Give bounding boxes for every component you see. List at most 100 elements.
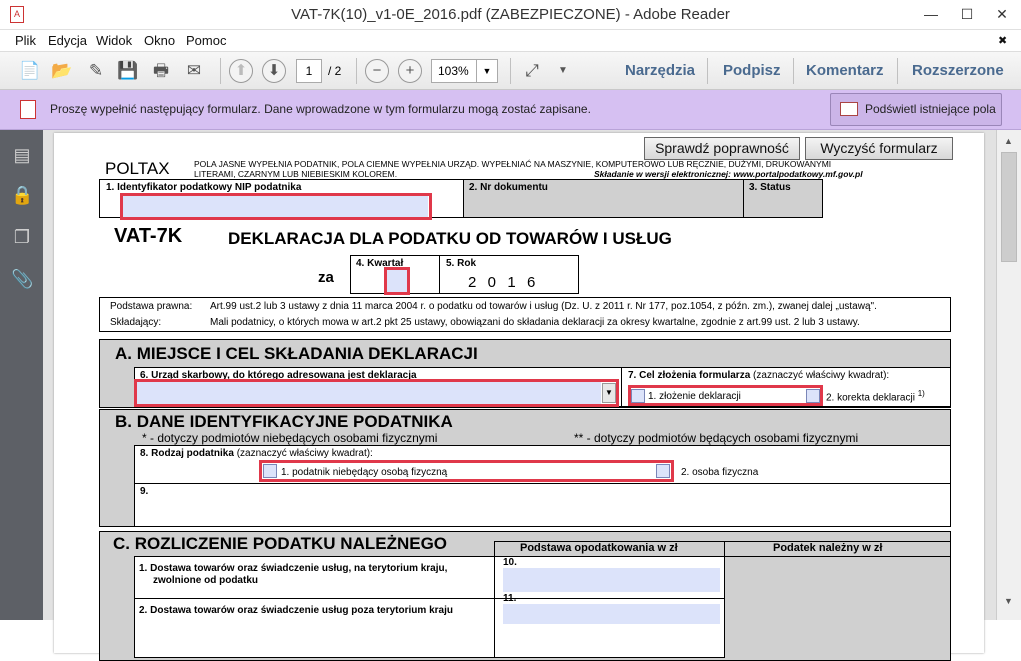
row-1-label: 1. Dostawa towarów oraz świadczenie usłu…	[139, 563, 448, 574]
check-validity-button[interactable]: Sprawdź poprawność	[644, 137, 800, 160]
title-bar: A VAT-7K(10)_v1-0E_2016.pdf (ZABEZPIECZO…	[0, 0, 1021, 30]
legal-basis-text: Art.99 ust.2 lub 3 ustawy z dnia 11 marc…	[210, 301, 877, 312]
field-5-label: 5. Rok	[446, 258, 477, 269]
more-tools-dropdown-icon[interactable]: ▼	[551, 59, 575, 83]
vertical-scrollbar[interactable]: ▲ ▼	[996, 130, 1021, 620]
taxpayer-type-required-highlight	[259, 460, 674, 482]
page-thumbnails-icon[interactable]: ▤	[11, 142, 33, 168]
field-9-box	[134, 483, 951, 527]
pdf-page: Sprawdź poprawność Wyczyść formularz POL…	[54, 133, 984, 661]
menu-plik[interactable]: Plik	[15, 33, 36, 48]
field-2-label: 2. Nr dokumentu	[469, 182, 548, 193]
field-9-label: 9.	[140, 486, 149, 497]
correction-text: 2. korekta deklaracji	[826, 392, 915, 404]
form-notification-bar: Proszę wypełnić następujący formularz. D…	[0, 90, 1021, 130]
natural-person-label: 2. osoba fizyczna	[681, 467, 759, 478]
field-11-input[interactable]	[503, 604, 720, 624]
toolbar-separator	[220, 58, 221, 84]
highlight-fields-button[interactable]: Podświetl istniejące pola	[830, 93, 1002, 126]
field-7-title: 7. Cel złożenia formularza	[628, 370, 751, 381]
next-page-icon[interactable]: ⬇	[262, 59, 286, 83]
left-navigation-panel: ▤ 🔒 ❐ 📎	[0, 130, 43, 620]
poltax-label: POLTAX	[105, 159, 170, 178]
comment-link[interactable]: Komentarz	[806, 62, 884, 79]
email-icon[interactable]: ✉	[182, 59, 206, 83]
page-total: / 2	[328, 64, 342, 78]
correction-footnote: 1)	[917, 389, 925, 398]
toolbar-separator	[356, 58, 357, 84]
close-document-icon[interactable]: ✖	[998, 34, 1007, 47]
toolbar-separator	[793, 58, 794, 84]
form-icon	[20, 100, 36, 119]
clear-form-button[interactable]: Wyczyść formularz	[805, 137, 953, 160]
quarter-required-highlight	[384, 267, 410, 295]
pages-icon[interactable]: ❐	[11, 224, 33, 250]
scroll-thumb[interactable]	[1001, 152, 1017, 262]
menu-widok[interactable]: Widok	[96, 33, 132, 48]
scroll-down-icon[interactable]: ▼	[1004, 596, 1013, 606]
window-title: VAT-7K(10)_v1-0E_2016.pdf (ZABEZPIECZONE…	[291, 6, 730, 23]
form-title: DEKLARACJA DLA PODATKU OD TOWARÓW I USŁU…	[228, 229, 672, 248]
create-pdf-icon[interactable]: 📄	[18, 59, 42, 83]
print-icon[interactable]: 🖶	[149, 59, 173, 83]
header-note-1: POLA JASNE WYPEŁNIA PODATNIK, POLA CIEMN…	[194, 159, 832, 169]
toolbar: 📄 📂 ✎ 💾 🖶 ✉ ⬆ ⬇ 1 / 2 − + 103% ▼ ⤢ ▼ Nar…	[0, 52, 1021, 90]
toolbar-separator	[510, 58, 511, 84]
field-10-input[interactable]	[503, 568, 720, 592]
menu-bar: Plik Edycja Widok Okno Pomoc ✖	[0, 30, 1021, 52]
legal-basis-label: Podstawa prawna:	[110, 301, 193, 312]
zoom-input[interactable]: 103%	[431, 59, 477, 83]
toolbar-separator	[897, 58, 898, 84]
header-note-2: LITERAMI, CZARNYM LUB NIEBIESKIM KOLOREM…	[194, 169, 398, 179]
tax-office-required-highlight	[134, 379, 619, 407]
correction-option-label: 2. korekta deklaracji 1)	[826, 389, 925, 403]
field-8-title: 8. Rodzaj podatnika	[140, 448, 234, 459]
sign-link[interactable]: Podpisz	[723, 62, 781, 79]
close-button[interactable]: ✕	[985, 0, 1019, 28]
filer-label: Składający:	[110, 317, 162, 328]
tools-link[interactable]: Narzędzia	[625, 62, 695, 79]
zoom-out-icon[interactable]: −	[365, 59, 389, 83]
field-1-label: 1. Identyfikator podatkowy NIP podatnika	[106, 182, 302, 193]
field-8-hint: (zaznaczyć właściwy kwadrat):	[236, 448, 373, 459]
minimize-button[interactable]: —	[914, 0, 948, 28]
highlight-icon	[840, 102, 858, 116]
field-3-label: 3. Status	[749, 182, 791, 193]
sign-edit-icon[interactable]: ✎	[84, 59, 108, 83]
field-7-label: 7. Cel złożenia formularza (zaznaczyć wł…	[628, 370, 889, 381]
field-10-label: 10.	[503, 557, 517, 568]
field-11-label: 11.	[503, 593, 517, 604]
za-label: za	[318, 269, 334, 286]
menu-pomoc[interactable]: Pomoc	[186, 33, 226, 48]
menu-edycja[interactable]: Edycja	[48, 33, 87, 48]
save-icon[interactable]: 💾	[116, 59, 140, 83]
field-8-label: 8. Rodzaj podatnika (zaznaczyć właściwy …	[140, 448, 373, 459]
zoom-in-icon[interactable]: +	[398, 59, 422, 83]
zoom-dropdown-icon[interactable]: ▼	[476, 59, 498, 83]
toolbar-separator	[707, 58, 708, 84]
page-number-input[interactable]: 1	[296, 59, 322, 83]
highlight-fields-label: Podświetl istniejące pola	[865, 102, 996, 116]
menu-okno[interactable]: Okno	[144, 33, 175, 48]
security-lock-icon[interactable]: 🔒	[11, 182, 33, 208]
field-7-hint: (zaznaczyć właściwy kwadrat):	[753, 370, 890, 381]
scroll-up-icon[interactable]: ▲	[1004, 136, 1013, 146]
extended-link[interactable]: Rozszerzone	[912, 62, 1004, 79]
col-tax-header: Podatek należny w zł	[773, 542, 883, 554]
header-note-3: Składanie w wersji elektronicznej: www.p…	[594, 169, 863, 179]
col-base-header: Podstawa opodatkowania w zł	[520, 542, 678, 554]
maximize-button[interactable]: ☐	[950, 0, 984, 28]
section-b-note-1: * - dotyczy podmiotów niebędących osobam…	[142, 431, 438, 445]
filer-text: Mali podatnicy, o których mowa w art.2 p…	[210, 317, 860, 328]
attachments-icon[interactable]: 📎	[11, 266, 33, 292]
row-2-label: 2. Dostawa towarów oraz świadczenie usłu…	[139, 605, 453, 616]
section-c-heading: C. ROZLICZENIE PODATKU NALEŻNEGO	[113, 534, 448, 553]
fit-page-icon[interactable]: ⤢	[520, 59, 544, 83]
open-icon[interactable]: 📂	[50, 59, 74, 83]
notification-text: Proszę wypełnić następujący formularz. D…	[50, 102, 591, 116]
year-value: 2 0 1 6	[468, 274, 537, 291]
section-b-heading: B. DANE IDENTYFIKACYJNE PODATNIKA	[115, 412, 453, 431]
purpose-required-highlight	[628, 385, 823, 406]
previous-page-icon[interactable]: ⬆	[229, 59, 253, 83]
row-1-label-2: zwolnione od podatku	[153, 575, 258, 586]
